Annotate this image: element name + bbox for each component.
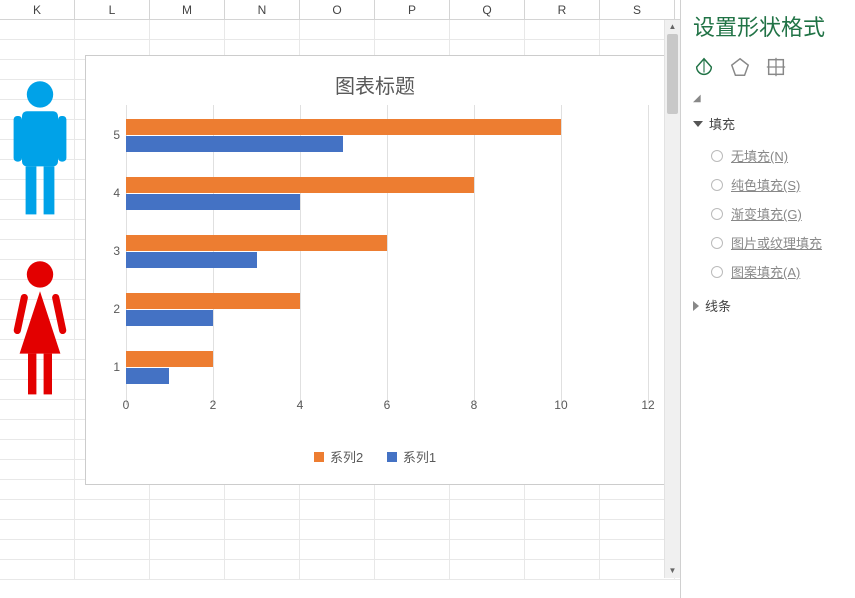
- y-tick: 4: [113, 186, 120, 200]
- y-tick: 2: [113, 302, 120, 316]
- radio-label: 纯色填充(S): [731, 175, 800, 194]
- size-tab-icon[interactable]: [765, 56, 787, 83]
- scroll-up-icon[interactable]: ▲: [665, 20, 680, 34]
- legend-item-series1[interactable]: 系列1: [387, 447, 436, 466]
- legend-label: 系列1: [403, 447, 436, 466]
- bars-layer: [126, 105, 648, 405]
- col-header[interactable]: R: [525, 0, 600, 19]
- bar-series2[interactable]: [126, 293, 300, 309]
- panel-icon-tabs: [693, 56, 855, 83]
- x-tick: 10: [554, 398, 567, 412]
- y-tick: 3: [113, 244, 120, 258]
- radio-icon: [711, 237, 723, 249]
- chart-object[interactable]: 图表标题 5 4 3 2 1: [85, 55, 665, 485]
- radio-label: 图片或纹理填充: [731, 233, 822, 252]
- bar-series2[interactable]: [126, 177, 474, 193]
- male-icon: [10, 80, 70, 224]
- legend-swatch-icon: [314, 452, 324, 462]
- x-axis: 0 2 4 6 8 10 12: [126, 396, 648, 416]
- panel-caret-icon: ◢: [693, 93, 855, 104]
- legend-item-series2[interactable]: 系列2: [314, 447, 363, 466]
- format-shape-panel: 设置形状格式 ◢ 填充 无填充(N) 纯色填充(S) 渐变填充(G) 图片或纹理…: [680, 0, 855, 598]
- female-icon: [10, 260, 70, 404]
- x-tick: 12: [641, 398, 654, 412]
- col-header[interactable]: N: [225, 0, 300, 19]
- bar-series2[interactable]: [126, 235, 387, 251]
- x-tick: 2: [210, 398, 217, 412]
- chart-title[interactable]: 图表标题: [86, 56, 664, 105]
- x-tick: 4: [297, 398, 304, 412]
- fill-option-pattern[interactable]: 图案填充(A): [693, 257, 855, 286]
- bar-series1[interactable]: [126, 310, 213, 326]
- bar-series2[interactable]: [126, 351, 213, 367]
- male-person-icon[interactable]: [10, 80, 70, 229]
- spreadsheet-grid: K L M N O P Q R S: [0, 0, 680, 598]
- radio-icon: [711, 266, 723, 278]
- y-axis: 5 4 3 2 1: [100, 105, 124, 405]
- chevron-right-icon: [693, 301, 699, 311]
- fill-line-tab-icon[interactable]: [693, 56, 715, 83]
- fill-option-gradient[interactable]: 渐变填充(G): [693, 199, 855, 228]
- col-header[interactable]: K: [0, 0, 75, 19]
- scroll-thumb[interactable]: [667, 34, 678, 114]
- female-person-icon[interactable]: [10, 260, 70, 409]
- section-label: 线条: [705, 296, 731, 315]
- radio-label: 图案填充(A): [731, 262, 800, 281]
- bar-series1[interactable]: [126, 368, 169, 384]
- line-section-header[interactable]: 线条: [693, 296, 855, 315]
- chart-legend[interactable]: 系列2 系列1: [86, 447, 664, 466]
- y-tick: 5: [113, 128, 120, 142]
- fill-option-none[interactable]: 无填充(N): [693, 141, 855, 170]
- radio-icon: [711, 150, 723, 162]
- radio-label: 渐变填充(G): [731, 204, 802, 223]
- fill-section-header[interactable]: 填充: [693, 114, 855, 133]
- fill-option-solid[interactable]: 纯色填充(S): [693, 170, 855, 199]
- y-tick: 1: [113, 360, 120, 374]
- bar-series1[interactable]: [126, 136, 343, 152]
- scroll-down-icon[interactable]: ▼: [665, 564, 680, 578]
- col-header[interactable]: O: [300, 0, 375, 19]
- vertical-scrollbar[interactable]: ▲ ▼: [664, 20, 680, 578]
- radio-label: 无填充(N): [731, 146, 788, 165]
- effects-tab-icon[interactable]: [729, 56, 751, 83]
- col-header[interactable]: L: [75, 0, 150, 19]
- column-headers: K L M N O P Q R S: [0, 0, 680, 20]
- col-header[interactable]: Q: [450, 0, 525, 19]
- x-tick: 0: [123, 398, 130, 412]
- fill-option-picture[interactable]: 图片或纹理填充: [693, 228, 855, 257]
- bar-series2[interactable]: [126, 119, 561, 135]
- plot-area: 5 4 3 2 1: [126, 105, 648, 405]
- x-tick: 8: [471, 398, 478, 412]
- section-label: 填充: [709, 114, 735, 133]
- bar-series1[interactable]: [126, 252, 257, 268]
- radio-icon: [711, 208, 723, 220]
- legend-label: 系列2: [330, 447, 363, 466]
- radio-icon: [711, 179, 723, 191]
- col-header[interactable]: M: [150, 0, 225, 19]
- x-tick: 6: [384, 398, 391, 412]
- legend-swatch-icon: [387, 452, 397, 462]
- bar-series1[interactable]: [126, 194, 300, 210]
- col-header[interactable]: S: [600, 0, 675, 19]
- col-header[interactable]: P: [375, 0, 450, 19]
- panel-title: 设置形状格式: [693, 10, 855, 42]
- chevron-down-icon: [693, 121, 703, 127]
